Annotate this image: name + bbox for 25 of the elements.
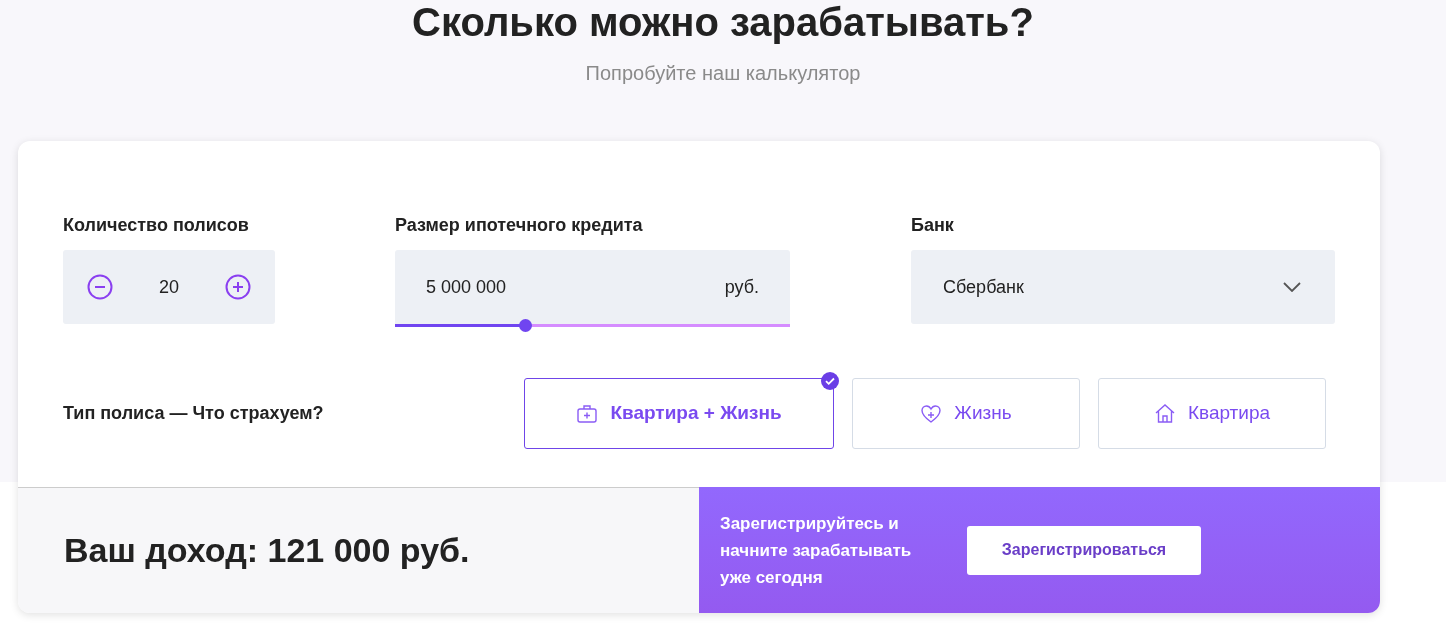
loan-amount-field[interactable]: 5 000 000 руб. xyxy=(395,250,790,324)
page-heading: Сколько можно зарабатывать? xyxy=(412,0,1034,46)
house-icon xyxy=(1153,403,1176,424)
field-label: Тип полиса — Что страхуем? xyxy=(63,402,325,425)
income-total: Ваш доход: 121 000 руб. xyxy=(64,530,470,571)
bank-dropdown[interactable]: Сбербанк xyxy=(911,250,1335,324)
loan-slider[interactable] xyxy=(395,319,790,332)
field-label: Количество полисов xyxy=(63,214,250,236)
checkmark-icon xyxy=(821,372,839,390)
field-label: Размер ипотечного кредита xyxy=(395,214,644,236)
chevron-down-icon xyxy=(1283,282,1301,292)
medical-kit-icon xyxy=(576,403,599,424)
policy-type-option[interactable]: Квартира + Жизнь xyxy=(524,378,834,449)
register-button[interactable]: Зарегистрироваться xyxy=(967,525,1201,575)
page-subheading: Попробуйте наш калькулятор xyxy=(585,61,861,86)
plus-icon[interactable] xyxy=(225,274,251,300)
cta-text: Зарегистрируйтесь и начните зарабатывать уже сегодня xyxy=(720,512,913,589)
minus-icon[interactable] xyxy=(87,274,113,300)
field-label: Банк xyxy=(911,214,955,236)
policy-type-option[interactable]: Жизнь xyxy=(852,378,1080,449)
heart-plus-icon xyxy=(920,403,943,424)
policy-type-option[interactable]: Квартира xyxy=(1098,378,1326,449)
currency-unit: руб. xyxy=(724,275,759,299)
quantity-value: 20 xyxy=(159,275,179,299)
quantity-stepper[interactable]: 20 xyxy=(63,250,275,324)
